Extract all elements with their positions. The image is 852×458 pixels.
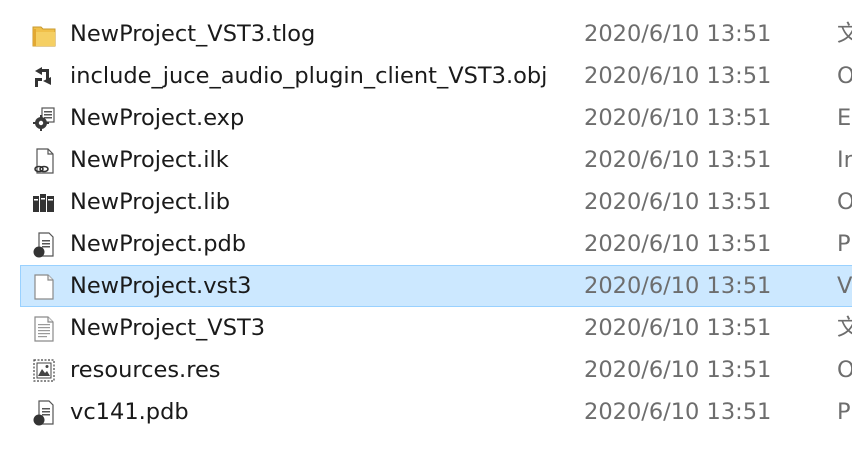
file-date-modified: 2020/6/10 13:51 <box>584 21 772 47</box>
file-name: NewProject_VST3.tlog <box>70 21 316 47</box>
file-row-newproject-lib[interactable]: NewProject.lib 2020/6/10 13:51 O <box>20 181 852 223</box>
file-name: NewProject.ilk <box>70 147 229 173</box>
file-type: P <box>837 399 851 425</box>
file-name: NewProject.pdb <box>70 231 247 257</box>
file-name: NewProject_VST3 <box>70 315 266 341</box>
exp-file-icon <box>31 105 57 133</box>
file-name: vc141.pdb <box>70 399 189 425</box>
file-date-modified: 2020/6/10 13:51 <box>584 315 772 341</box>
file-row-newproject-vst3-text[interactable]: NewProject_VST3 2020/6/10 13:51 文 <box>20 307 852 349</box>
pdb-file-icon <box>31 231 57 259</box>
folder-icon <box>31 21 57 49</box>
pdb-file-icon <box>31 399 57 427</box>
text-file-icon <box>31 315 57 343</box>
file-name: include_juce_audio_plugin_client_VST3.ob… <box>70 63 548 89</box>
file-row-include-juce-obj[interactable]: include_juce_audio_plugin_client_VST3.ob… <box>20 55 852 97</box>
library-file-icon <box>31 189 57 217</box>
file-type: O <box>837 357 852 383</box>
file-row-newproject-vst3[interactable]: NewProject.vst3 2020/6/10 13:51 V <box>20 265 852 307</box>
file-type: 文 <box>837 21 852 47</box>
file-name: NewProject.lib <box>70 189 230 215</box>
file-date-modified: 2020/6/10 13:51 <box>584 231 772 257</box>
object-file-icon <box>31 63 57 91</box>
file-date-modified: 2020/6/10 13:51 <box>584 273 772 299</box>
file-name: NewProject.exp <box>70 105 245 131</box>
file-name: NewProject.vst3 <box>70 273 252 299</box>
ilk-file-icon <box>31 147 57 175</box>
file-row-vc141-pdb[interactable]: vc141.pdb 2020/6/10 13:51 P <box>20 391 852 433</box>
file-date-modified: 2020/6/10 13:51 <box>584 105 772 131</box>
file-type: E <box>837 105 852 131</box>
file-type: O <box>837 63 852 89</box>
file-date-modified: 2020/6/10 13:51 <box>584 399 772 425</box>
file-type: O <box>837 189 852 215</box>
file-date-modified: 2020/6/10 13:51 <box>584 189 772 215</box>
file-row-newproject-ilk[interactable]: NewProject.ilk 2020/6/10 13:51 In <box>20 139 852 181</box>
file-row-newproject-exp[interactable]: NewProject.exp 2020/6/10 13:51 E <box>20 97 852 139</box>
file-list: NewProject_VST3.tlog 2020/6/10 13:51 文 i… <box>0 0 852 458</box>
file-type: 文 <box>837 315 852 341</box>
file-type: In <box>837 147 852 173</box>
file-date-modified: 2020/6/10 13:51 <box>584 147 772 173</box>
resource-file-icon <box>31 357 57 385</box>
file-row-newproject-pdb[interactable]: NewProject.pdb 2020/6/10 13:51 P <box>20 223 852 265</box>
file-name: resources.res <box>70 357 221 383</box>
file-type: P <box>837 231 851 257</box>
blank-file-icon <box>31 273 57 301</box>
file-date-modified: 2020/6/10 13:51 <box>584 63 772 89</box>
file-type: V <box>837 273 852 299</box>
file-row-newproject-vst3-tlog[interactable]: NewProject_VST3.tlog 2020/6/10 13:51 文 <box>20 13 852 55</box>
file-row-resources-res[interactable]: resources.res 2020/6/10 13:51 O <box>20 349 852 391</box>
file-date-modified: 2020/6/10 13:51 <box>584 357 772 383</box>
